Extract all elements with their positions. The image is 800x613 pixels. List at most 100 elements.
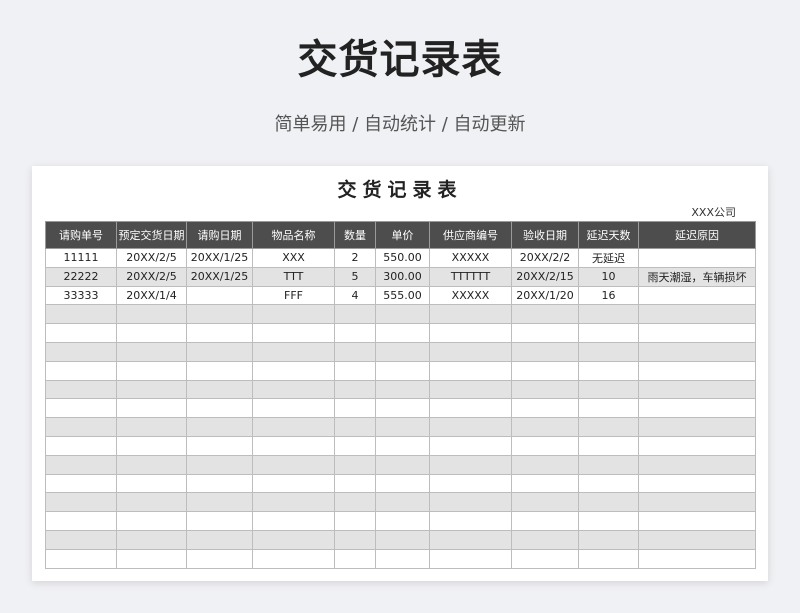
table-cell[interactable] [638, 398, 756, 419]
table-cell[interactable]: TTTTTT [429, 266, 512, 287]
column-header[interactable]: 数量 [334, 221, 376, 249]
table-cell[interactable] [638, 511, 756, 531]
table-cell[interactable] [186, 473, 253, 494]
table-cell[interactable] [429, 435, 512, 456]
table-cell[interactable] [578, 548, 639, 569]
table-cell[interactable]: TTT [252, 266, 335, 287]
table-cell[interactable] [511, 548, 579, 569]
table-cell[interactable]: 20XX/2/15 [511, 266, 579, 287]
table-cell[interactable] [578, 492, 639, 513]
table-cell[interactable]: 20XX/1/20 [511, 285, 579, 306]
table-cell[interactable] [511, 398, 579, 419]
table-cell[interactable] [252, 323, 335, 343]
column-header[interactable]: 供应商编号 [429, 221, 512, 249]
table-cell[interactable] [116, 341, 187, 362]
table-cell[interactable] [375, 511, 430, 531]
table-cell[interactable] [45, 511, 117, 531]
table-cell[interactable] [186, 529, 253, 550]
table-cell[interactable] [511, 379, 579, 400]
table-cell[interactable]: 550.00 [375, 248, 430, 268]
table-cell[interactable] [429, 398, 512, 419]
table-cell[interactable] [334, 548, 376, 569]
table-cell[interactable] [334, 492, 376, 513]
table-cell[interactable] [511, 435, 579, 456]
table-cell[interactable] [116, 529, 187, 550]
table-cell[interactable] [186, 398, 253, 419]
table-cell[interactable]: 20XX/2/2 [511, 248, 579, 268]
table-cell[interactable]: 5 [334, 266, 376, 287]
table-cell[interactable] [638, 360, 756, 381]
table-cell[interactable] [186, 304, 253, 325]
table-cell[interactable] [375, 379, 430, 400]
table-cell[interactable] [116, 435, 187, 456]
table-cell[interactable]: 20XX/1/4 [116, 285, 187, 306]
table-cell[interactable] [511, 323, 579, 343]
table-cell[interactable] [186, 454, 253, 475]
column-header[interactable]: 延迟原因 [638, 221, 756, 249]
table-cell[interactable] [429, 473, 512, 494]
table-cell[interactable] [638, 379, 756, 400]
table-cell[interactable] [252, 341, 335, 362]
table-cell[interactable]: 11111 [45, 248, 117, 268]
table-cell[interactable] [252, 454, 335, 475]
table-cell[interactable]: 10 [578, 266, 639, 287]
table-cell[interactable] [186, 435, 253, 456]
table-cell[interactable]: 2 [334, 248, 376, 268]
table-cell[interactable]: 20XX/1/25 [186, 248, 253, 268]
table-cell[interactable] [186, 360, 253, 381]
table-cell[interactable]: 20XX/2/5 [116, 248, 187, 268]
column-header[interactable]: 请购日期 [186, 221, 253, 249]
table-cell[interactable] [638, 417, 756, 437]
table-cell[interactable]: 20XX/2/5 [116, 266, 187, 287]
table-cell[interactable] [334, 511, 376, 531]
table-cell[interactable] [638, 435, 756, 456]
table-cell[interactable] [429, 379, 512, 400]
table-cell[interactable] [186, 548, 253, 569]
table-cell[interactable]: 无延迟 [578, 248, 639, 268]
table-cell[interactable] [429, 341, 512, 362]
table-cell[interactable]: FFF [252, 285, 335, 306]
table-cell[interactable] [375, 548, 430, 569]
column-header[interactable]: 预定交货日期 [116, 221, 187, 249]
table-cell[interactable] [186, 285, 253, 306]
table-cell[interactable] [186, 511, 253, 531]
table-cell[interactable]: 300.00 [375, 266, 430, 287]
table-cell[interactable] [511, 529, 579, 550]
table-cell[interactable] [578, 529, 639, 550]
table-cell[interactable] [186, 417, 253, 437]
column-header[interactable]: 验收日期 [511, 221, 579, 249]
table-cell[interactable] [334, 304, 376, 325]
table-cell[interactable] [511, 304, 579, 325]
table-cell[interactable] [45, 398, 117, 419]
table-cell[interactable] [429, 304, 512, 325]
table-cell[interactable] [252, 473, 335, 494]
table-cell[interactable] [638, 341, 756, 362]
table-cell[interactable] [578, 323, 639, 343]
table-cell[interactable] [116, 417, 187, 437]
table-cell[interactable]: XXX [252, 248, 335, 268]
table-cell[interactable] [45, 417, 117, 437]
table-cell[interactable] [334, 473, 376, 494]
table-cell[interactable] [252, 417, 335, 437]
table-cell[interactable] [638, 473, 756, 494]
table-cell[interactable] [429, 454, 512, 475]
table-cell[interactable] [375, 360, 430, 381]
table-cell[interactable] [638, 248, 756, 268]
table-cell[interactable]: 雨天潮湿，车辆损坏 [638, 266, 756, 287]
table-cell[interactable] [638, 548, 756, 569]
table-cell[interactable] [334, 323, 376, 343]
table-cell[interactable] [45, 360, 117, 381]
table-cell[interactable] [375, 529, 430, 550]
table-cell[interactable] [375, 454, 430, 475]
table-cell[interactable] [578, 341, 639, 362]
table-cell[interactable] [334, 398, 376, 419]
table-cell[interactable] [375, 417, 430, 437]
table-cell[interactable] [511, 473, 579, 494]
table-cell[interactable] [186, 323, 253, 343]
table-cell[interactable] [45, 529, 117, 550]
table-cell[interactable] [638, 529, 756, 550]
table-cell[interactable] [252, 492, 335, 513]
table-cell[interactable]: XXXXX [429, 248, 512, 268]
table-cell[interactable] [116, 511, 187, 531]
column-header[interactable]: 单价 [375, 221, 430, 249]
